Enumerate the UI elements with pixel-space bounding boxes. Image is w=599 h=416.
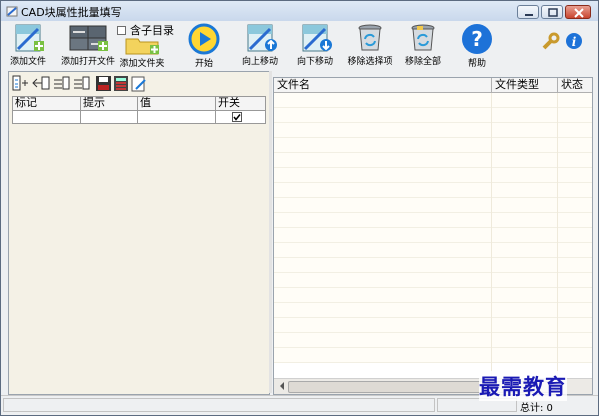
- add-open-files-label: 添加打开文件: [60, 57, 115, 67]
- add-folder-button[interactable]: 添加文件夹: [117, 37, 167, 69]
- attribute-toolbar-icons: [12, 75, 146, 92]
- panel-splitter[interactable]: [269, 71, 272, 393]
- add-open-files-icon: [69, 25, 108, 51]
- help-label: 帮助: [467, 59, 486, 69]
- play-icon: [188, 23, 220, 55]
- recycle-bin-icon: [358, 24, 382, 51]
- attribute-grid: 标记 提示 值 开关: [12, 96, 266, 124]
- add-file-button[interactable]: 添加文件: [7, 23, 49, 67]
- svg-text:i: i: [571, 35, 576, 49]
- remove-all-label: 移除全部: [404, 57, 441, 67]
- remove-selected-button[interactable]: 移除选择项: [345, 23, 395, 67]
- attribute-toolbar: [12, 74, 162, 94]
- start-label: 开始: [194, 59, 213, 69]
- svg-text:?: ?: [471, 27, 483, 51]
- close-icon: [574, 8, 584, 18]
- empty-row: [274, 303, 592, 318]
- column-divider: [557, 93, 558, 377]
- edit-icon[interactable]: [131, 76, 146, 92]
- cell-tag[interactable]: [13, 111, 81, 123]
- save-icon[interactable]: [96, 76, 111, 91]
- empty-row: [274, 183, 592, 198]
- attribute-grid-header: 标记 提示 值 开关: [13, 97, 265, 111]
- empty-row: [274, 273, 592, 288]
- empty-row: [274, 228, 592, 243]
- help-icon: ?: [462, 24, 492, 54]
- empty-row: [274, 288, 592, 303]
- empty-row: [274, 108, 592, 123]
- column-header-value[interactable]: 值: [138, 97, 216, 110]
- minimize-icon: [525, 14, 533, 16]
- info-icon[interactable]: i: [565, 32, 583, 50]
- column-header-status[interactable]: 状态: [558, 78, 592, 92]
- include-subdirs-checkbox[interactable]: 含子目录: [117, 22, 174, 38]
- empty-row: [274, 93, 592, 108]
- column-header-switch[interactable]: 开关: [216, 97, 263, 110]
- move-up-label: 向上移动: [241, 57, 278, 67]
- maximize-icon: [548, 8, 558, 17]
- app-window: CAD块属性批量填写 添加文件 添加打开文件 含子目录 添加文件夹 开始 向上移…: [0, 0, 599, 416]
- maximize-button[interactable]: [541, 5, 563, 19]
- recycle-bin-full-icon: [411, 24, 435, 51]
- move-down-button[interactable]: 向下移动: [293, 23, 337, 67]
- empty-row: [274, 348, 592, 363]
- empty-row: [274, 258, 592, 273]
- empty-row: [274, 318, 592, 333]
- folder-icon: [125, 38, 159, 55]
- move-down-label: 向下移动: [296, 57, 333, 67]
- column-header-filename[interactable]: 文件名: [274, 78, 492, 92]
- append-row-icon[interactable]: [32, 76, 50, 90]
- status-cell-main: [3, 398, 435, 412]
- move-row-down-icon[interactable]: [74, 76, 90, 90]
- column-header-prompt[interactable]: 提示: [81, 97, 138, 110]
- main-toolbar: 添加文件 添加打开文件 含子目录 添加文件夹 开始 向上移动 向下移动 移除选择…: [1, 21, 598, 69]
- add-folder-label: 添加文件夹: [119, 59, 165, 69]
- column-divider: [491, 93, 492, 377]
- close-button[interactable]: [565, 5, 591, 19]
- insert-row-icon[interactable]: [12, 75, 28, 91]
- remove-all-button[interactable]: 移除全部: [403, 23, 443, 67]
- cell-value[interactable]: [138, 111, 216, 123]
- empty-row: [274, 168, 592, 183]
- file-list-panel: 文件名 文件类型 状态: [273, 77, 593, 395]
- title-bar: CAD块属性批量填写: [1, 1, 598, 21]
- include-subdirs-label: 含子目录: [130, 24, 174, 37]
- checkbox-checked-icon[interactable]: [232, 112, 242, 122]
- remove-selected-label: 移除选择项: [347, 57, 393, 67]
- checkbox-box[interactable]: [117, 25, 126, 35]
- window-title: CAD块属性批量填写: [21, 6, 122, 19]
- start-button[interactable]: 开始: [184, 23, 224, 69]
- minimize-button[interactable]: [517, 5, 539, 19]
- empty-row: [274, 138, 592, 153]
- calculator-icon[interactable]: [114, 76, 128, 91]
- empty-row: [274, 123, 592, 138]
- help-button[interactable]: ? 帮助: [457, 23, 497, 69]
- column-header-tag[interactable]: 标记: [13, 97, 81, 110]
- cell-switch[interactable]: [216, 111, 263, 123]
- app-icon: [6, 6, 18, 17]
- cell-prompt[interactable]: [81, 111, 138, 123]
- move-up-button[interactable]: 向上移动: [238, 23, 282, 67]
- scroll-left-arrow-icon[interactable]: [276, 379, 288, 393]
- attribute-panel: 标记 提示 值 开关: [8, 71, 270, 395]
- add-file-label: 添加文件: [9, 57, 46, 67]
- move-up-icon: [247, 24, 277, 52]
- column-header-filetype[interactable]: 文件类型: [492, 78, 558, 92]
- empty-row: [274, 198, 592, 213]
- table-row[interactable]: [13, 111, 265, 123]
- file-list-body[interactable]: [274, 93, 592, 377]
- add-file-icon: [15, 24, 44, 52]
- side-icons: i: [541, 31, 583, 51]
- empty-row: [274, 153, 592, 168]
- empty-row: [274, 243, 592, 258]
- add-open-files-button[interactable]: 添加打开文件: [59, 23, 117, 67]
- move-row-up-icon[interactable]: [54, 76, 70, 90]
- tools-icon[interactable]: [541, 31, 561, 51]
- empty-row: [274, 213, 592, 228]
- empty-row: [274, 333, 592, 348]
- move-down-icon: [302, 24, 332, 52]
- total-count: 总计: 0: [520, 403, 553, 414]
- watermark-logo: 最需教育: [479, 371, 567, 401]
- file-list-header: 文件名 文件类型 状态: [274, 78, 592, 93]
